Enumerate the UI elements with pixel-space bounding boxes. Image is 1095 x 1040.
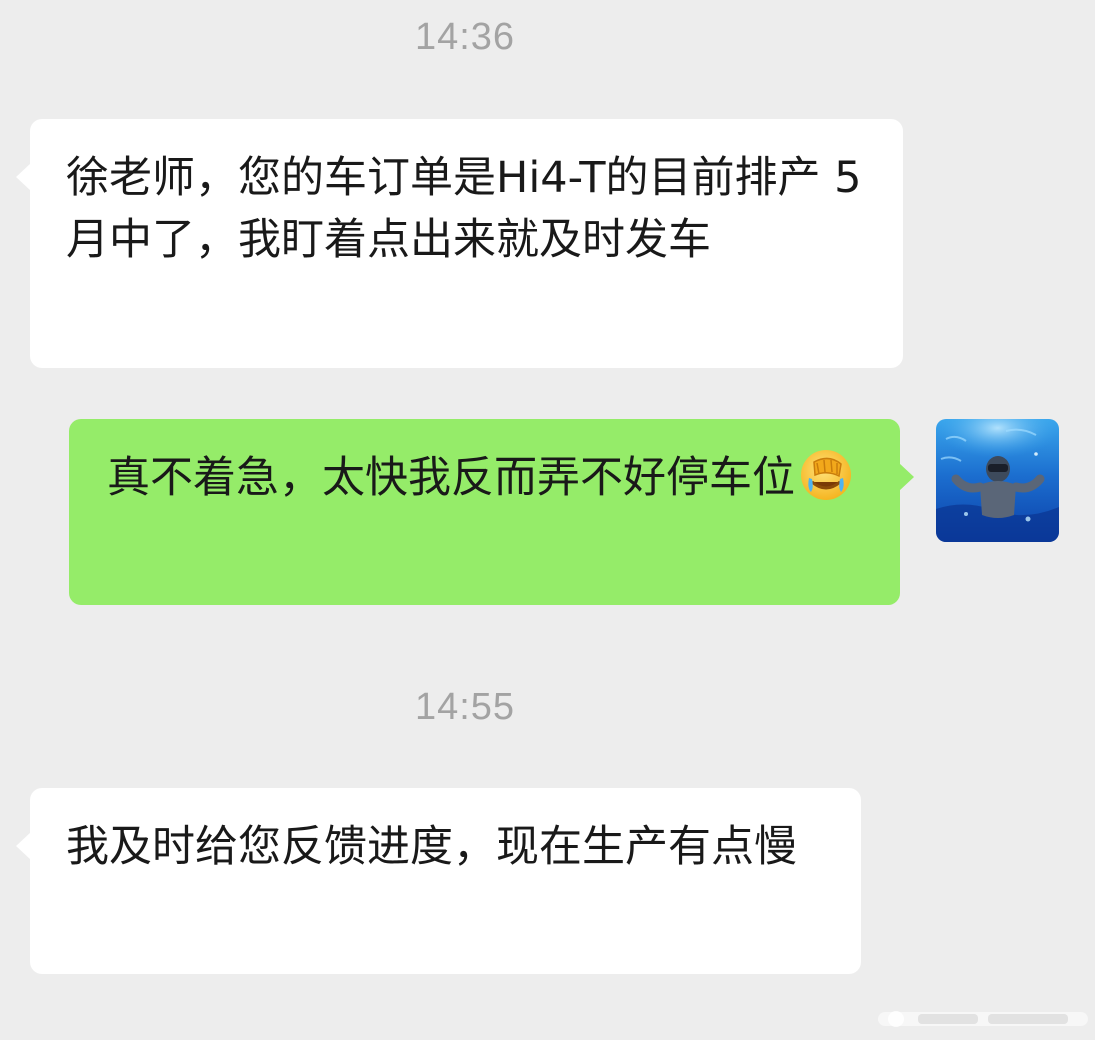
swimmer-underwater-avatar-icon [936,419,1059,542]
bubble-tail [16,832,31,860]
user-avatar[interactable] [936,419,1059,542]
message-text: 徐老师，您的车订单是Hi4-T的目前排产 5月中了，我盯着点出来就及时发车 [66,153,862,265]
watermark-logo-icon [878,1011,1088,1027]
message-text: 我及时给您反馈进度，现在生产有点慢 [66,822,797,872]
message-text: 真不着急，太快我反而弄不好停车位 [107,453,795,503]
incoming-message-bubble[interactable]: 徐老师，您的车订单是Hi4-T的目前排产 5月中了，我盯着点出来就及时发车 [16,119,903,368]
bubble-tail [899,463,914,491]
incoming-message-bubble[interactable]: 我及时给您反馈进度，现在生产有点慢 [16,788,861,974]
timestamp: 14:36 [414,16,516,58]
outgoing-message-bubble[interactable]: 真不着急，太快我反而弄不好停车位 [69,419,914,605]
bubble-tail [16,163,31,191]
timestamp: 14:55 [414,686,516,728]
facepalm-crying-emoji-icon [801,450,851,500]
